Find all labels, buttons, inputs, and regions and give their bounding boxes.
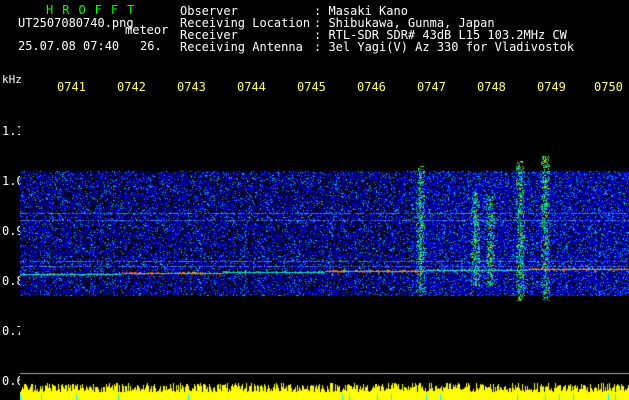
meteor-label: meteor: [125, 23, 169, 37]
antenna-value: : 3el Yagi(V) Az 330 for Vladivostok: [314, 40, 575, 54]
datetime-label: 25.07.08 07:40: [18, 39, 120, 53]
time-tick: 0748: [477, 80, 506, 94]
time-tick: 0741: [57, 80, 86, 94]
antenna-key: Receiving Antenna: [180, 40, 303, 54]
filename-label: UT2507080740.png: [18, 16, 134, 30]
time-tick: 0745: [297, 80, 326, 94]
time-tick: 0750: [594, 80, 623, 94]
time-tick: 0749: [537, 80, 566, 94]
time-tick: 0742: [117, 80, 146, 94]
unit-label: kHz: [2, 73, 22, 86]
spectrogram-plot: [20, 96, 629, 400]
time-tick: 0744: [237, 80, 266, 94]
time-tick: 0743: [177, 80, 206, 94]
time-tick: 0747: [417, 80, 446, 94]
app-title: HROFFT: [46, 3, 144, 17]
count-label: 26.: [140, 39, 162, 53]
time-tick: 0746: [357, 80, 386, 94]
